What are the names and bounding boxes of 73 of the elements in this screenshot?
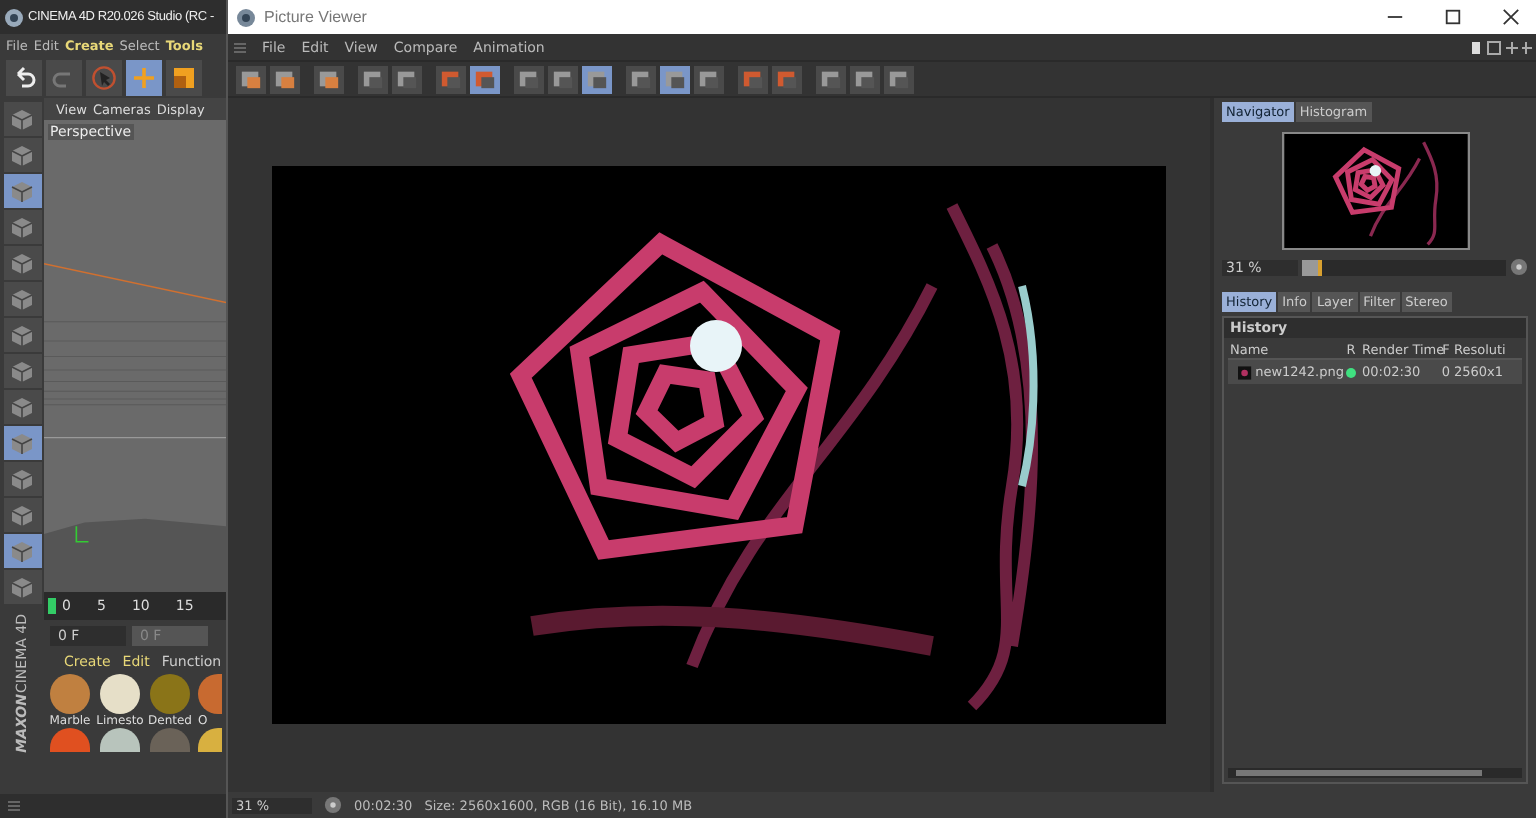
toolbar-button[interactable]	[392, 65, 422, 93]
cube-icon	[10, 323, 34, 347]
cube-icon	[10, 575, 34, 599]
image-tool-icon	[274, 68, 296, 90]
tool-button[interactable]	[6, 59, 42, 95]
cube-icon	[10, 539, 34, 563]
toolbar-button[interactable]	[548, 65, 578, 93]
cursor-icon	[92, 65, 116, 89]
app-logo-icon	[4, 7, 24, 27]
grip-icon	[8, 800, 20, 812]
toolbar-button[interactable]	[358, 65, 388, 93]
tool-button[interactable]	[126, 59, 162, 95]
cube-icon	[10, 215, 34, 239]
cube-icon	[10, 251, 34, 275]
toolbar-button[interactable]	[470, 65, 500, 93]
maximize-icon[interactable]	[1444, 8, 1462, 26]
zoom-slider[interactable]	[1302, 259, 1506, 275]
close-icon[interactable]	[1502, 8, 1520, 26]
image-tool-icon	[854, 68, 876, 90]
toolbar-button[interactable]	[816, 65, 846, 93]
circle-button-icon[interactable]	[324, 796, 342, 814]
toolbar-button[interactable]	[314, 65, 344, 93]
image-tool-icon	[776, 68, 798, 90]
image-tool-icon	[698, 68, 720, 90]
material-sphere[interactable]	[50, 674, 90, 714]
toolbar-button[interactable]	[436, 65, 466, 93]
layout-icons[interactable]	[1472, 39, 1532, 55]
image-tool-icon	[474, 68, 496, 90]
scrollbar[interactable]	[1228, 768, 1522, 778]
image-tool-icon	[586, 68, 608, 90]
image-tool-icon	[820, 68, 842, 90]
toolbar-button[interactable]	[850, 65, 880, 93]
material-sphere[interactable]	[198, 728, 222, 752]
toolbar-button[interactable]	[884, 65, 914, 93]
move-arrows-icon	[132, 65, 156, 89]
image-tool-icon	[664, 68, 686, 90]
image-tool-icon	[362, 68, 384, 90]
tool-button[interactable]	[166, 59, 202, 95]
image-tool-icon	[742, 68, 764, 90]
toolbar-button[interactable]	[694, 65, 724, 93]
undo-icon	[12, 65, 36, 89]
cube-icon	[10, 467, 34, 491]
toolbar-button[interactable]	[514, 65, 544, 93]
image-tool-icon	[396, 68, 418, 90]
cube-icon	[10, 503, 34, 527]
image-tool-icon	[440, 68, 462, 90]
cube-icon	[10, 143, 34, 167]
cube-icon	[10, 359, 34, 383]
grip-icon	[234, 41, 246, 53]
cube-icon	[10, 179, 34, 203]
toolbar-button[interactable]	[270, 65, 300, 93]
app-logo-icon	[236, 7, 256, 27]
toolbar-button[interactable]	[236, 65, 266, 93]
toolbar-button[interactable]	[626, 65, 656, 93]
scale-icon	[172, 65, 196, 89]
toolbar-button[interactable]	[582, 65, 612, 93]
cube-icon	[10, 107, 34, 131]
image-tool-icon	[318, 68, 340, 90]
thumbnail-icon	[1238, 363, 1252, 381]
window-title: Picture Viewer	[264, 8, 367, 26]
cube-icon	[10, 287, 34, 311]
material-sphere[interactable]	[100, 674, 140, 714]
cube-icon	[10, 395, 34, 419]
toolbar-button[interactable]	[660, 65, 690, 93]
toolbar-button[interactable]	[738, 65, 768, 93]
image-tool-icon	[240, 68, 262, 90]
image-tool-icon	[552, 68, 574, 90]
toolbar-button[interactable]	[772, 65, 802, 93]
cube-icon	[10, 431, 34, 455]
image-tool-icon	[630, 68, 652, 90]
circle-button-icon[interactable]	[1510, 258, 1528, 276]
image-tool-icon	[518, 68, 540, 90]
image-tool-icon	[888, 68, 910, 90]
